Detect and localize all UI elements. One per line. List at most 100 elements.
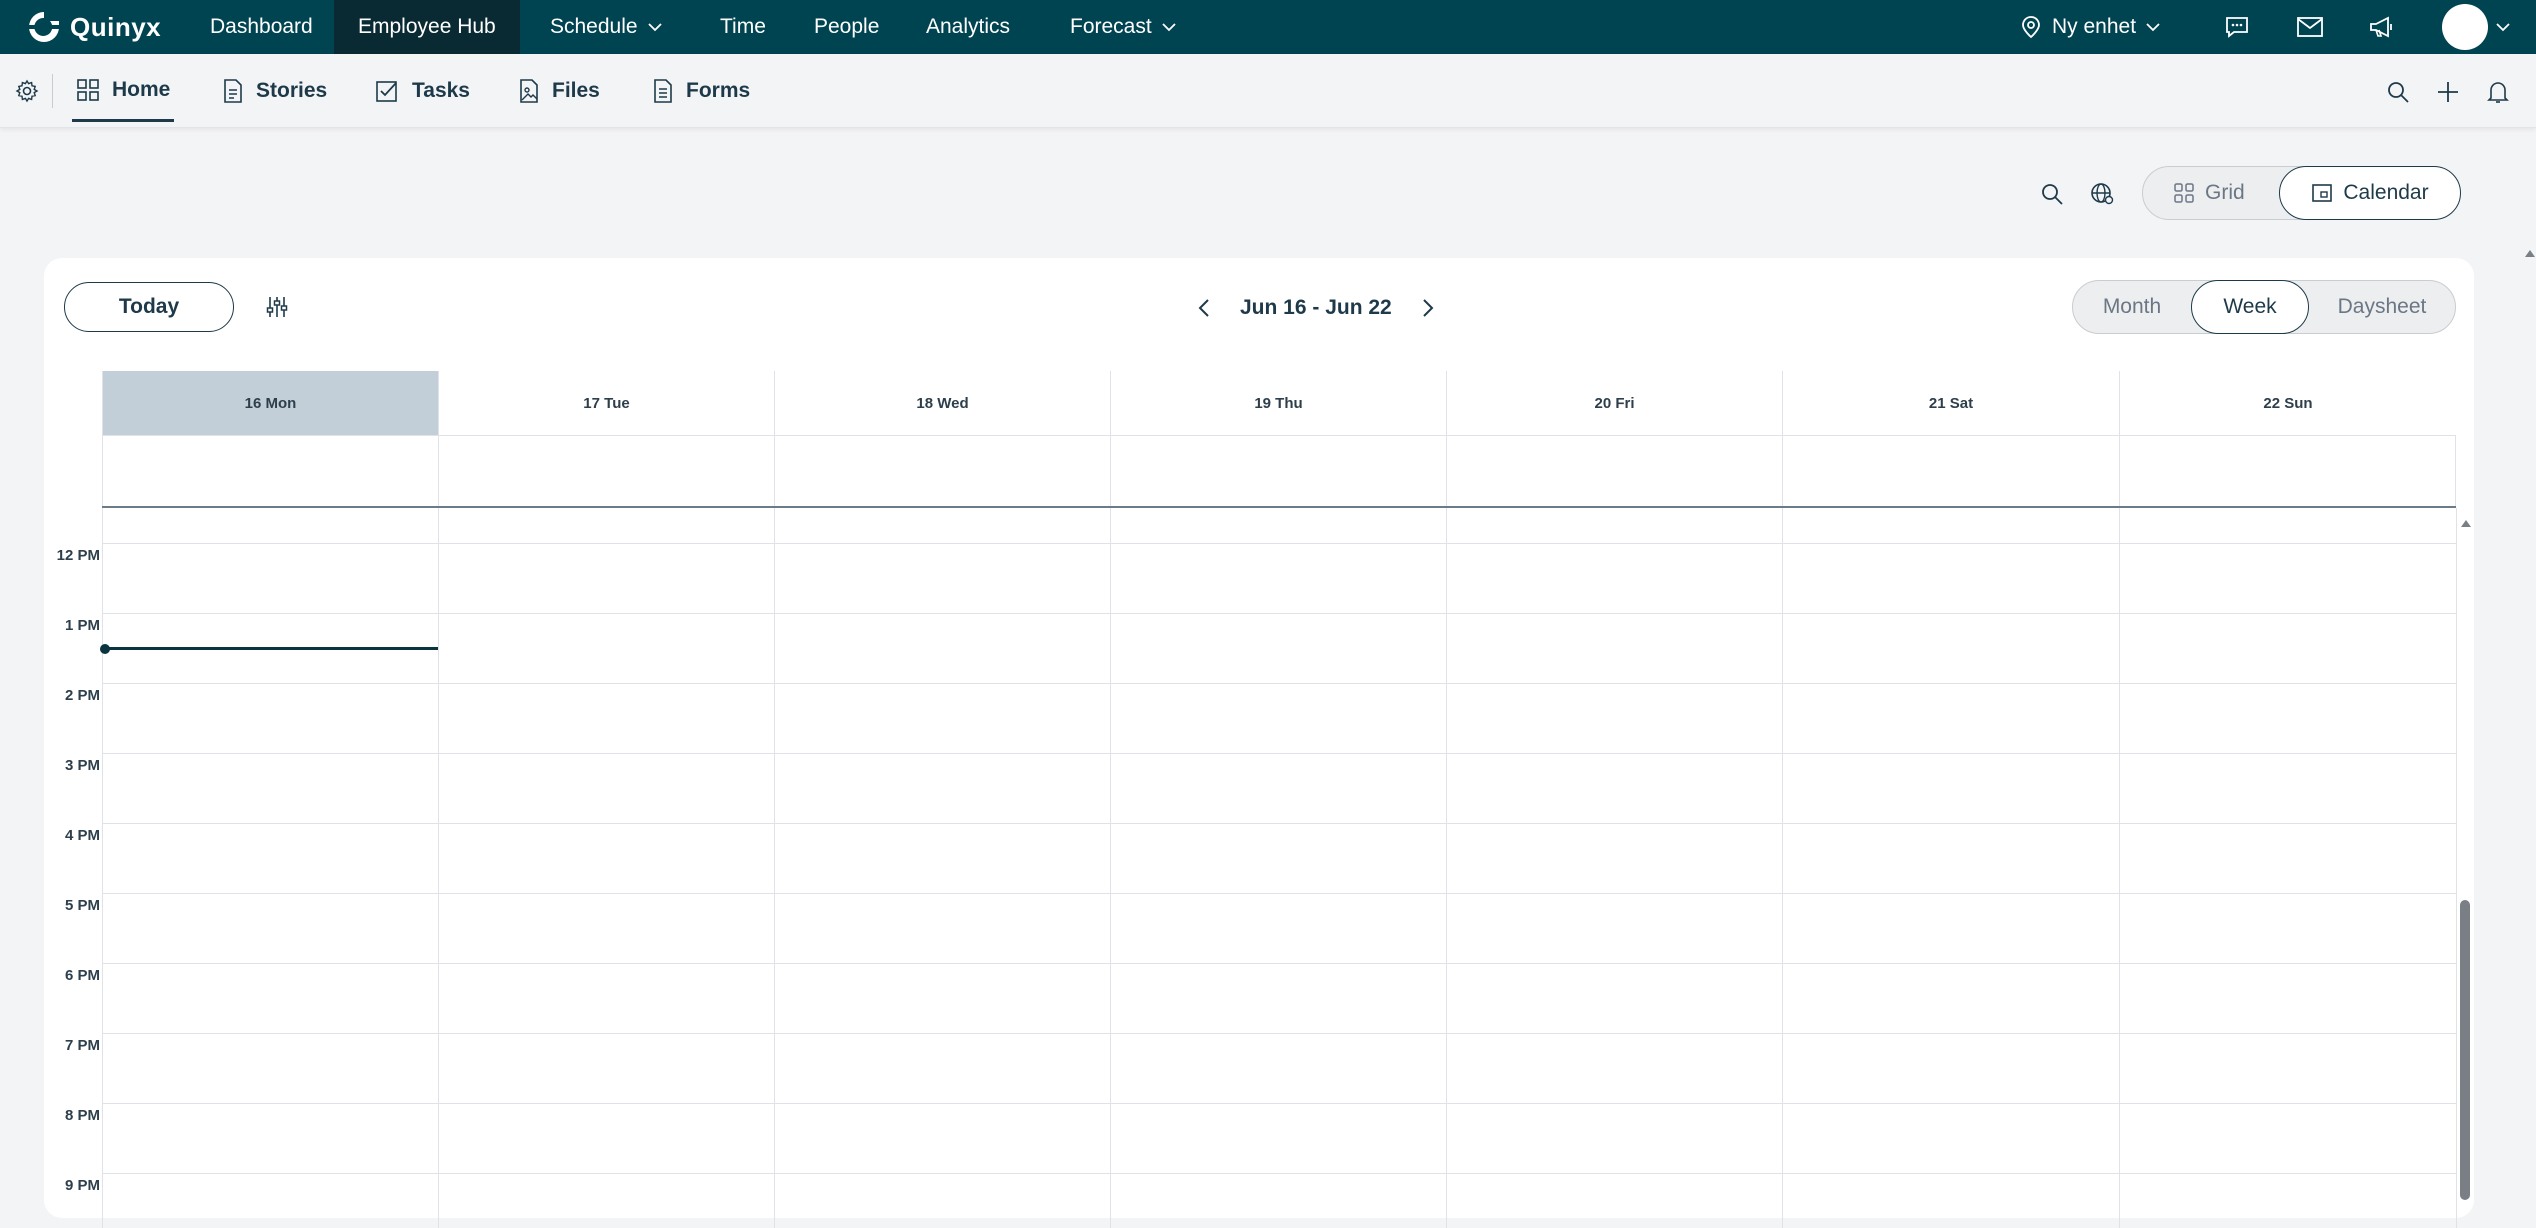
unit-name: Ny enhet: [2052, 15, 2137, 38]
tab-home[interactable]: Home: [72, 60, 175, 122]
notifications-button[interactable]: [2484, 78, 2512, 106]
quinyx-logo[interactable]: Quinyx: [26, 6, 161, 48]
hour-label: 9 PM: [64, 1177, 100, 1194]
mail-button[interactable]: [2294, 12, 2326, 42]
all-day-cell[interactable]: [2119, 435, 2456, 507]
nav-people[interactable]: People: [790, 0, 903, 54]
page-scroll-up-arrow-icon[interactable]: [2524, 248, 2536, 258]
megaphone-icon: [2370, 16, 2392, 38]
period-toggle: Month Week Daysheet: [2072, 280, 2456, 334]
tab-stories[interactable]: Stories: [222, 54, 327, 128]
calendar-view-option[interactable]: Calendar: [2279, 166, 2461, 220]
all-day-cell[interactable]: [1110, 435, 1446, 507]
hour-label: 8 PM: [64, 1107, 100, 1124]
task-check-icon: [376, 81, 397, 102]
today-button[interactable]: Today: [64, 282, 234, 332]
tab-files[interactable]: Files: [518, 54, 600, 128]
announcements-button[interactable]: [2366, 12, 2398, 42]
mail-icon: [2297, 17, 2323, 37]
day-header[interactable]: 21 Sat: [1782, 371, 2119, 435]
nav-dashboard-label: Dashboard: [210, 15, 313, 38]
calendar-scrollbar[interactable]: [2458, 280, 2472, 1200]
location-pin-icon: [2022, 16, 2040, 39]
day-header[interactable]: 19 Thu: [1110, 371, 1446, 435]
secondary-navigation-bar: Home Stories Tasks Files Forms: [0, 54, 2536, 128]
nav-analytics-label: Analytics: [926, 15, 1011, 38]
all-day-cell[interactable]: [1446, 435, 1782, 507]
search-button[interactable]: [2384, 78, 2412, 106]
hour-line: [102, 823, 2456, 824]
nav-time[interactable]: Time: [696, 0, 790, 54]
day-header[interactable]: 16 Mon: [102, 371, 438, 435]
all-day-cell[interactable]: [438, 435, 774, 507]
day-column-line: [438, 508, 439, 1228]
week-grid: 16 Mon 17 Tue 18 Wed 19 Thu 20 Fri 21 Sa…: [57, 371, 2457, 1228]
day-header[interactable]: 18 Wed: [774, 371, 1110, 435]
file-image-icon: [520, 79, 538, 103]
hour-label: 7 PM: [64, 1037, 100, 1054]
hour-line: [102, 1103, 2456, 1104]
day-column-line: [1782, 508, 1783, 1228]
day-column-line: [1446, 508, 1447, 1228]
chat-button[interactable]: [2222, 12, 2252, 42]
nav-dashboard[interactable]: Dashboard: [186, 0, 337, 54]
settings-button[interactable]: [14, 78, 40, 104]
scrollbar-thumb[interactable]: [2460, 900, 2470, 1200]
current-time-indicator: [102, 647, 438, 650]
nav-forecast[interactable]: Forecast: [1046, 0, 1200, 54]
app-name: Quinyx: [70, 11, 162, 42]
day-column-line: [1110, 508, 1111, 1228]
sliders-icon: [266, 297, 288, 317]
profile-menu-button[interactable]: [2494, 18, 2512, 36]
day-header[interactable]: 22 Sun: [2119, 371, 2456, 435]
grid-icon: [2174, 183, 2194, 203]
period-week[interactable]: Week: [2191, 280, 2309, 334]
chevron-left-icon[interactable]: [1196, 297, 1212, 319]
avatar[interactable]: [2442, 4, 2488, 50]
tab-forms[interactable]: Forms: [652, 54, 750, 128]
filter-button[interactable]: [264, 294, 290, 320]
all-day-cell[interactable]: [102, 435, 438, 507]
hour-line: [102, 543, 2456, 544]
period-daysheet[interactable]: Daysheet: [2309, 281, 2455, 333]
nav-forecast-label: Forecast: [1070, 15, 1152, 38]
all-day-cell[interactable]: [774, 435, 1110, 507]
hour-label: 5 PM: [64, 897, 100, 914]
hour-line: [102, 683, 2456, 684]
hour-label: 12 PM: [56, 547, 100, 564]
grid-view-option[interactable]: Grid: [2173, 167, 2245, 219]
chevron-right-icon[interactable]: [1420, 297, 1436, 319]
tab-stories-label: Stories: [256, 79, 328, 102]
nav-schedule-label: Schedule: [550, 15, 638, 38]
document-icon: [224, 79, 242, 103]
scroll-up-arrow-icon[interactable]: [2460, 518, 2472, 528]
hour-line: [102, 1033, 2456, 1034]
hour-line: [102, 753, 2456, 754]
nav-time-label: Time: [720, 15, 766, 38]
add-button[interactable]: [2434, 78, 2462, 106]
day-header[interactable]: 17 Tue: [438, 371, 774, 435]
grid-view-label: Grid: [2205, 181, 2245, 204]
chevron-down-icon: [2146, 23, 2160, 32]
language-button[interactable]: [2088, 180, 2116, 208]
chat-icon: [2226, 17, 2248, 38]
day-column-line: [102, 508, 103, 1228]
period-month[interactable]: Month: [2073, 281, 2191, 333]
nav-schedule[interactable]: Schedule: [526, 0, 686, 54]
all-day-cell[interactable]: [1782, 435, 2119, 507]
calendar-search-button[interactable]: [2038, 180, 2066, 208]
day-header[interactable]: 20 Fri: [1446, 371, 1782, 435]
nav-analytics[interactable]: Analytics: [902, 0, 1034, 54]
chevron-down-icon: [647, 23, 662, 32]
unit-selector[interactable]: Ny enhet: [2020, 0, 2160, 54]
tab-files-label: Files: [552, 79, 600, 102]
date-navigator: Jun 16 - Jun 22: [1196, 288, 1436, 328]
hour-line: [102, 893, 2456, 894]
hour-line: [102, 613, 2456, 614]
tab-tasks[interactable]: Tasks: [374, 54, 470, 128]
quinyx-logo-icon: [29, 12, 59, 42]
top-navigation-bar: Quinyx Dashboard Employee Hub Schedule T…: [0, 0, 2536, 54]
search-icon: [2042, 184, 2063, 205]
nav-employee-hub[interactable]: Employee Hub: [334, 0, 520, 54]
bell-icon: [2487, 82, 2509, 103]
